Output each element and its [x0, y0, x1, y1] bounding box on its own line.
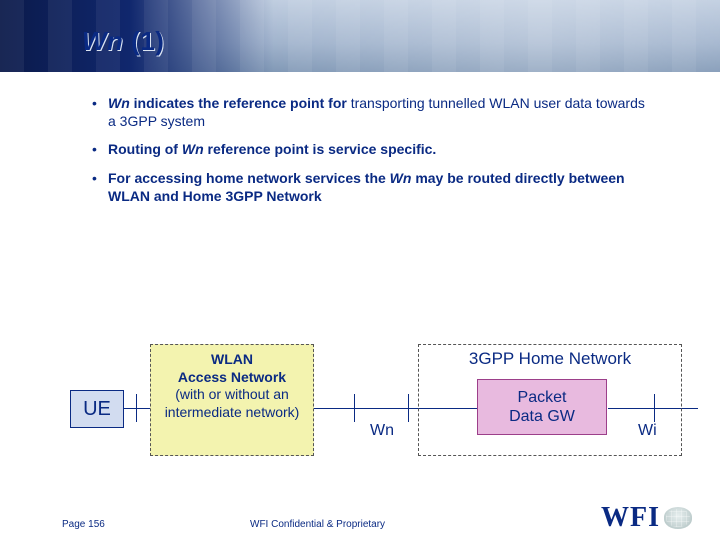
bullet-2-pre: Routing of: [108, 141, 182, 157]
confidential-notice: WFI Confidential & Proprietary: [250, 519, 385, 530]
home-network-title: 3GPP Home Network: [419, 349, 681, 369]
line-ue-wlan: [122, 408, 152, 409]
tick-ue-right: [136, 394, 137, 422]
bullet-1: Wn indicates the reference point for tra…: [108, 94, 648, 130]
ue-box: UE: [70, 390, 124, 428]
tick-wn-left: [354, 394, 355, 422]
bullet-2-italic: Wn: [182, 141, 204, 157]
bullet-2-post: reference point is service specific.: [204, 141, 437, 157]
bullet-1-bold: indicates the reference point for: [134, 95, 347, 111]
tick-wn-right: [408, 394, 409, 422]
wfi-logo-text: WFI: [601, 502, 660, 534]
wlan-rest: (with or without an intermediate network…: [165, 386, 300, 420]
wlan-bold-2: Access Network: [178, 369, 286, 385]
title-italic: Wn: [82, 26, 123, 56]
bullet-2: Routing of Wn reference point is service…: [108, 140, 648, 158]
wn-label: Wn: [370, 422, 394, 440]
globe-icon: [664, 507, 692, 529]
packet-data-gw-box: Packet Data GW: [477, 379, 607, 435]
content-area: Wn indicates the reference point for tra…: [0, 78, 720, 215]
slide-title: Wn (1): [82, 26, 164, 57]
wlan-access-network-box: WLAN Access Network (with or without an …: [150, 344, 314, 456]
bullet-3-pre: For accessing home network services the: [108, 170, 390, 186]
bullet-3-italic: Wn: [390, 170, 412, 186]
footer: Page 156 WFI Confidential & Proprietary …: [0, 502, 720, 532]
wfi-logo: WFI: [601, 502, 692, 534]
network-diagram: UE WLAN Access Network (with or without …: [0, 330, 720, 500]
wi-label: Wi: [638, 422, 657, 440]
bullet-3: For accessing home network services the …: [108, 169, 648, 205]
page-number: Page 156: [62, 519, 105, 530]
ue-label: UE: [83, 398, 111, 420]
pdg-line2: Data GW: [509, 408, 575, 425]
pdg-line1: Packet: [518, 389, 567, 406]
title-suffix: (1): [131, 26, 164, 56]
wlan-bold-1: WLAN: [211, 351, 253, 367]
header-banner: Wn (1): [0, 0, 720, 72]
bullet-1-italic: Wn: [108, 95, 130, 111]
